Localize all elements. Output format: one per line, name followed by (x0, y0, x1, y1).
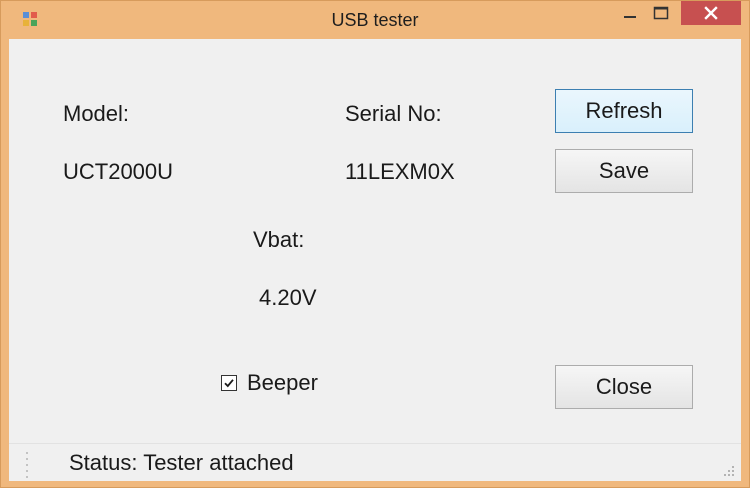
check-icon (224, 379, 234, 388)
resize-grip-icon[interactable] (721, 463, 735, 477)
save-button[interactable]: Save (555, 149, 693, 193)
serial-value: 11LEXM0X (345, 159, 455, 184)
vbat-value: 4.20V (259, 285, 317, 310)
maximize-icon (653, 6, 669, 20)
status-grip-icon (26, 452, 28, 478)
maximize-button[interactable] (646, 1, 676, 25)
status-text: Status: Tester attached (69, 450, 294, 475)
model-label: Model: (63, 101, 130, 126)
close-window-button[interactable] (681, 1, 741, 25)
usb-tester-window: USB tester Model: UCT2000U Serial No: 11… (0, 0, 750, 488)
beeper-checkbox[interactable] (221, 375, 237, 391)
refresh-button[interactable]: Refresh (555, 89, 693, 133)
serial-label: Serial No: (345, 101, 442, 126)
beeper-label[interactable]: Beeper (247, 370, 318, 396)
client-area: Model: UCT2000U Serial No: 11LEXM0X Vbat… (9, 39, 741, 443)
status-bar: Status: Tester attached (9, 443, 741, 481)
minimize-button[interactable] (615, 1, 645, 25)
minimize-icon (624, 16, 636, 18)
model-value: UCT2000U (63, 159, 174, 184)
close-icon (704, 6, 718, 20)
close-button[interactable]: Close (555, 365, 693, 409)
vbat-label: Vbat: (253, 227, 305, 252)
title-bar[interactable]: USB tester (1, 1, 749, 39)
